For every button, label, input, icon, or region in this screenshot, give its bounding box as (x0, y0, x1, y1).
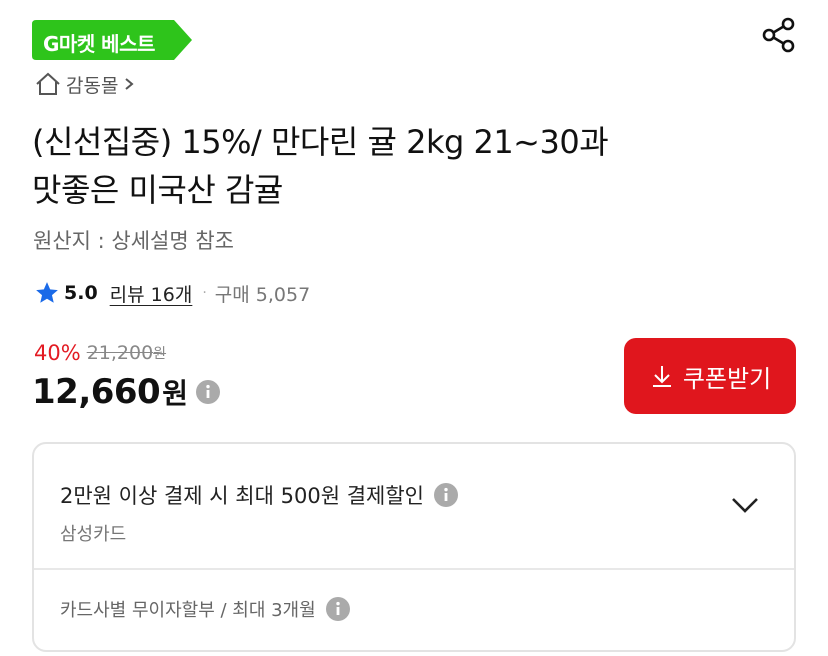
badge-label: G마켓 베스트 (43, 32, 155, 56)
product-title: (신선집중) 15%/ 만다린 귤 2kg 21~30과 맛좋은 미국산 감귤 (32, 118, 792, 214)
breadcrumb[interactable]: 감동몰 (34, 70, 136, 98)
price-row: 12,660 원 (32, 372, 220, 412)
purchase-count: 구매 5,057 (214, 283, 311, 306)
chevron-right-icon (125, 78, 135, 90)
price-info-icon[interactable] (195, 380, 220, 404)
card-name: 삼성카드 (60, 524, 127, 545)
installment-text: 카드사별 무이자할부 / 최대 3개월 (60, 600, 316, 621)
installment-info-icon[interactable] (325, 597, 350, 621)
coupon-download-button[interactable]: 쿠폰받기 (624, 338, 796, 414)
discount-rate: 40% (34, 341, 81, 365)
separator-dot: · (202, 285, 207, 301)
share-icon (762, 17, 795, 53)
sale-price: 12,660 (32, 372, 161, 412)
product-title-line1: (신선집중) 15%/ 만다린 귤 2kg 21~30과 (32, 123, 609, 161)
coupon-button-label: 쿠폰받기 (682, 364, 772, 393)
sale-price-unit: 원 (162, 377, 188, 410)
best-badge: G마켓 베스트 (32, 20, 192, 60)
breadcrumb-store-label[interactable]: 감동몰 (66, 71, 118, 98)
review-count-link[interactable]: 리뷰 16개 (110, 280, 193, 307)
star-icon (36, 282, 58, 303)
share-button[interactable] (760, 16, 798, 54)
card-discount-info-icon[interactable] (433, 483, 458, 507)
rating-row: 5.0 리뷰 16개 · 구매 5,057 (34, 278, 310, 308)
card-discount-line: 2만원 이상 결제 시 최대 500원 결제할인 (60, 480, 458, 510)
original-price: 21,200 (86, 342, 154, 364)
card-discount-title: 2만원 이상 결제 시 최대 500원 결제할인 (60, 484, 424, 508)
original-price-unit: 원 (153, 346, 167, 362)
discount-row: 40% 21,200 원 (34, 341, 166, 365)
download-icon (652, 366, 671, 387)
installment-row: 카드사별 무이자할부 / 최대 3개월 (60, 596, 350, 622)
chevron-down-icon[interactable] (730, 492, 760, 518)
rating-score: 5.0 (64, 282, 98, 304)
card-discount-section[interactable]: 2만원 이상 결제 시 최대 500원 결제할인 삼성카드 (34, 444, 794, 570)
card-benefit-box: 2만원 이상 결제 시 최대 500원 결제할인 삼성카드 카드사별 무이자할부… (32, 442, 796, 652)
product-title-line2: 맛좋은 미국산 감귤 (32, 171, 283, 209)
product-origin: 원산지 : 상세설명 참조 (33, 229, 234, 253)
home-icon (36, 72, 60, 95)
